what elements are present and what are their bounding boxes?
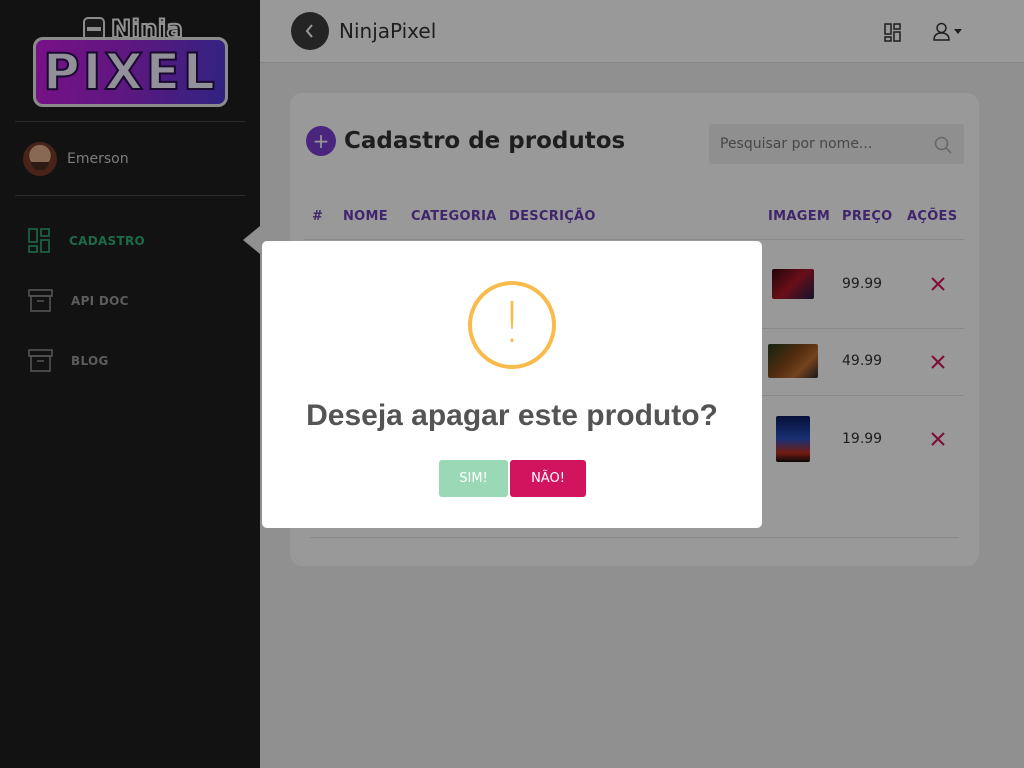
dialog-title: Deseja apagar este produto? [306, 399, 718, 432]
cancel-button[interactable]: NÃO! [510, 460, 586, 497]
warning-icon: ! [468, 281, 556, 369]
delete-confirm-dialog: ! Deseja apagar este produto? SIM! NÃO! [262, 241, 762, 528]
confirm-button[interactable]: SIM! [439, 460, 508, 497]
